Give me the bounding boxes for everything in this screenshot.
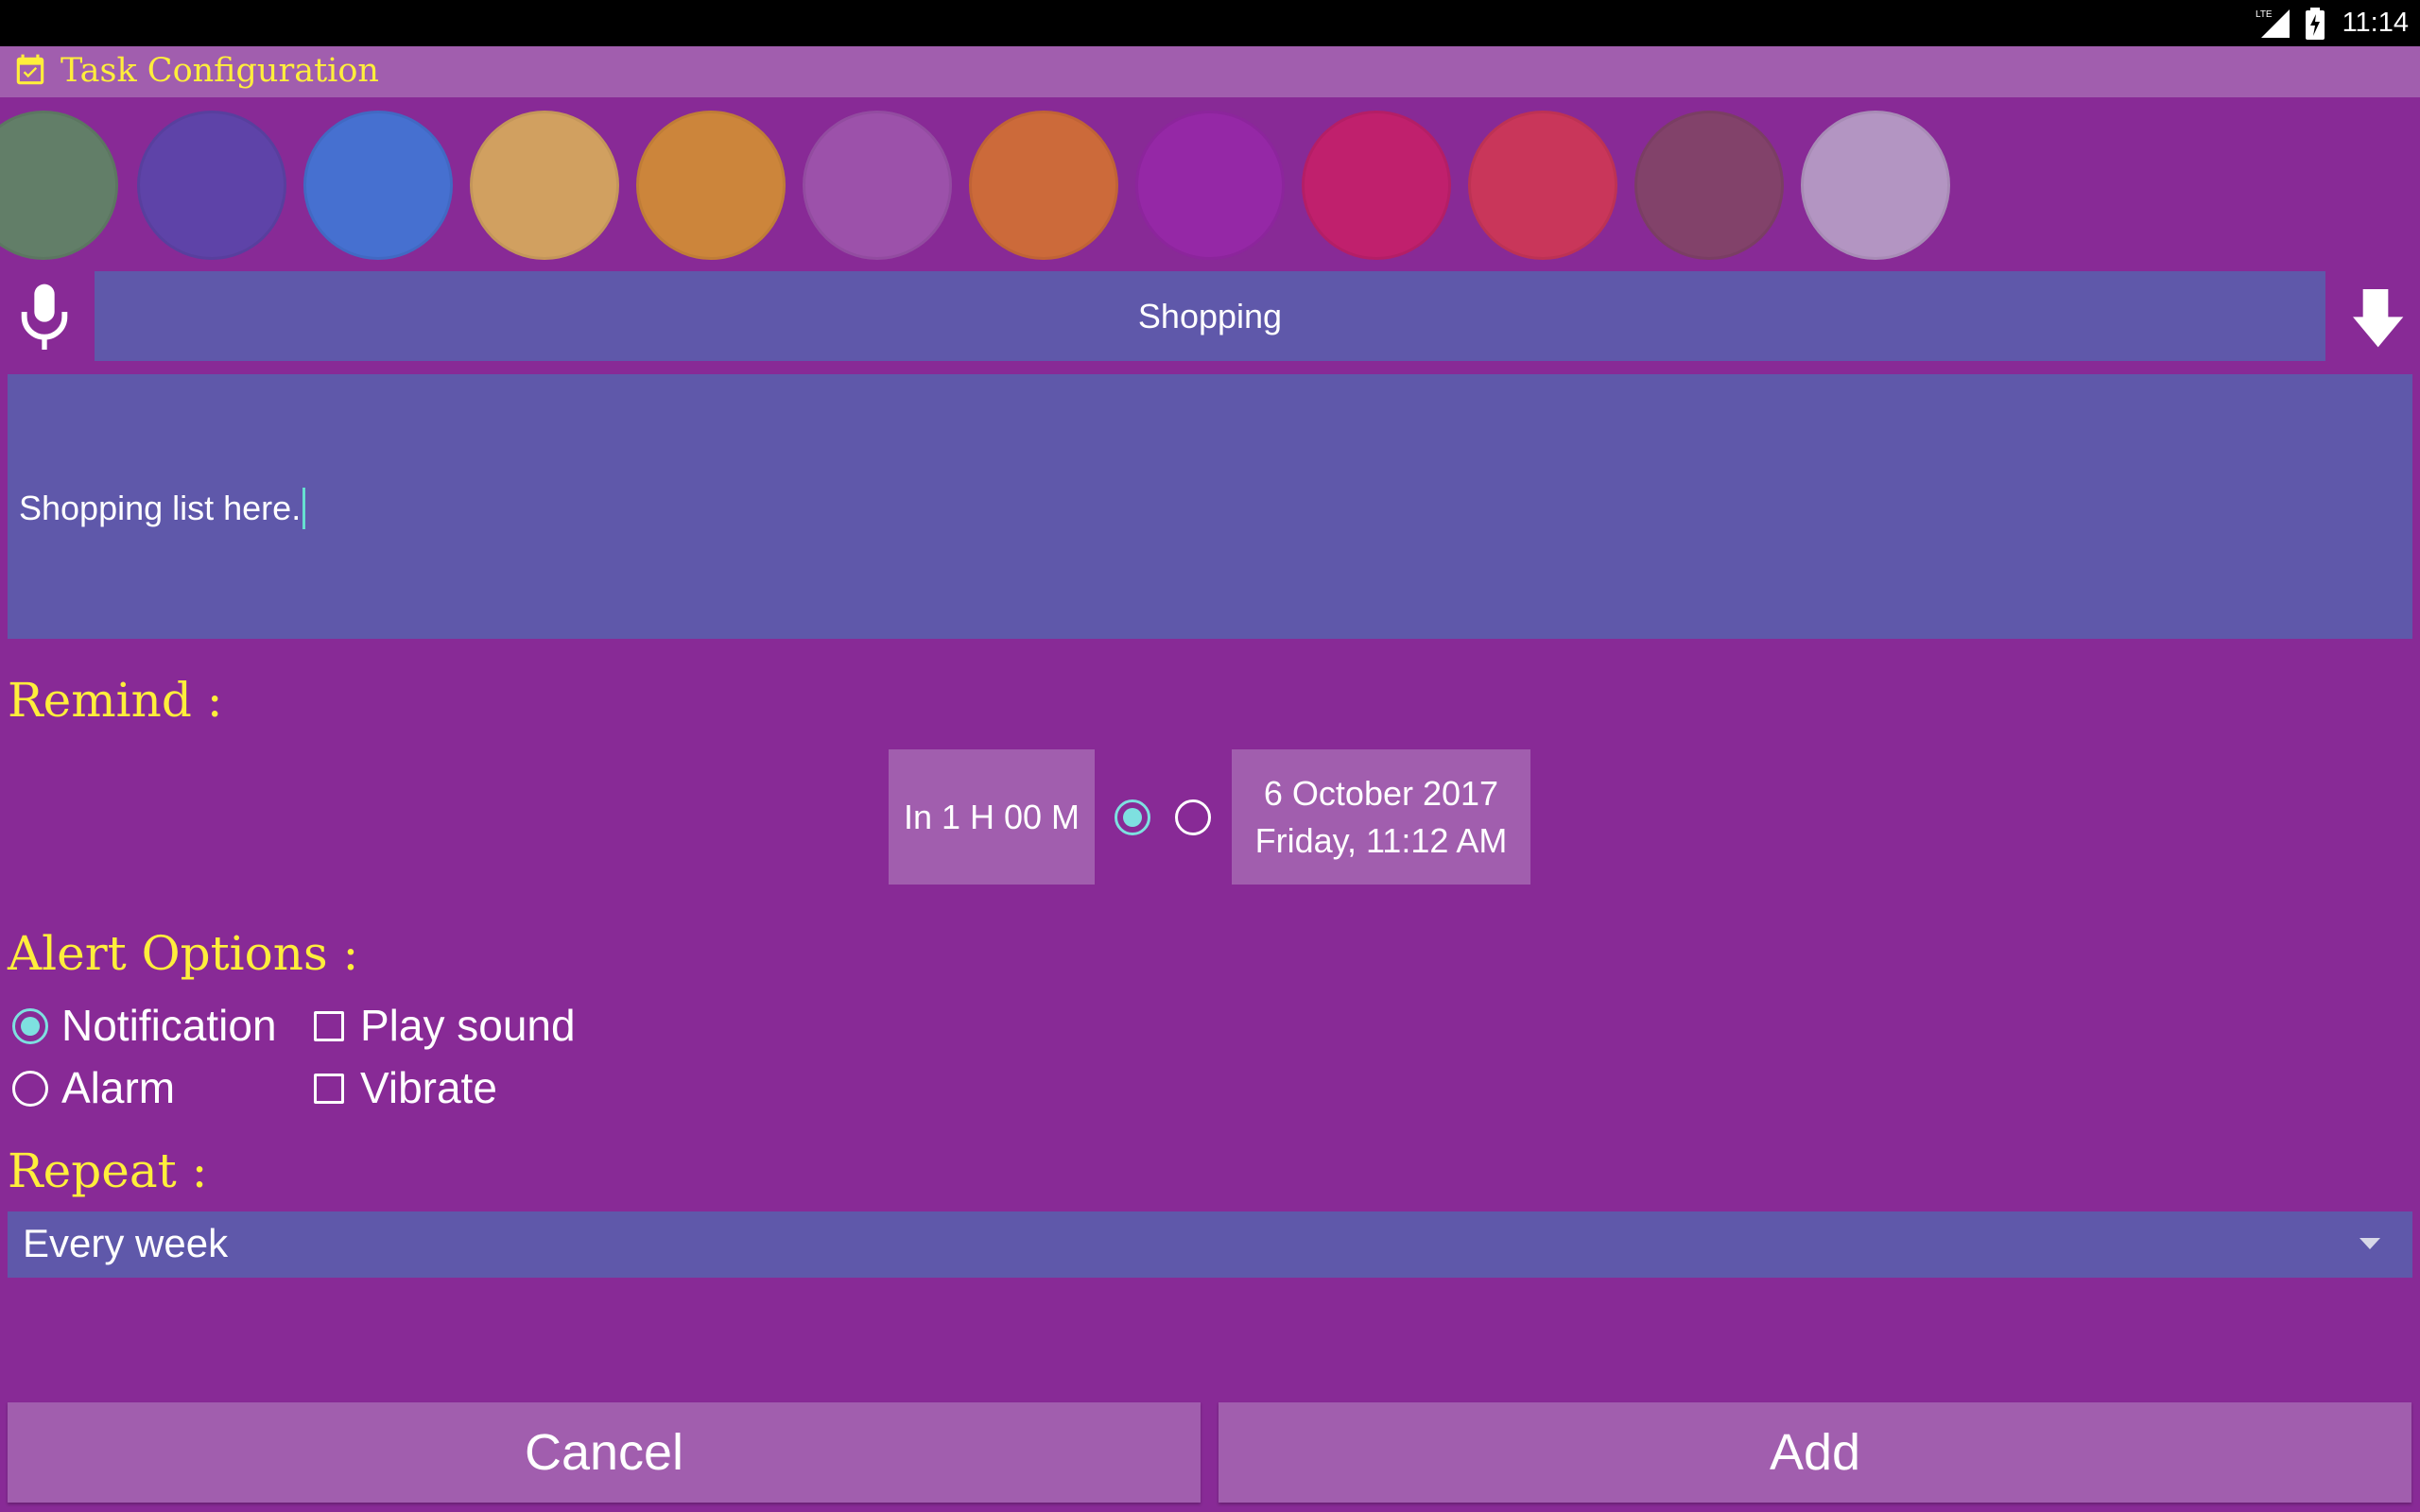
- color-swatch[interactable]: [1468, 111, 1617, 260]
- add-button-label: Add: [1769, 1424, 1861, 1481]
- color-swatch[interactable]: [803, 111, 952, 260]
- task-note-text: Shopping list here.: [19, 489, 302, 527]
- repeat-selected-value: Every week: [23, 1221, 229, 1265]
- vibrate-label[interactable]: Vibrate: [360, 1062, 497, 1113]
- repeat-dropdown[interactable]: Every week: [8, 1211, 2412, 1278]
- battery-charging-icon: [2305, 7, 2325, 40]
- play-sound-checkbox[interactable]: [314, 1011, 344, 1041]
- alarm-radio[interactable]: [12, 1071, 48, 1107]
- task-title-text: Shopping: [1137, 296, 1283, 335]
- status-bar: LTE 11:14: [0, 0, 2420, 46]
- remind-absolute-button[interactable]: 6 October 2017 Friday, 11:12 AM: [1232, 749, 1530, 885]
- lte-signal-icon: LTE: [2256, 9, 2290, 38]
- arrow-down-turn-icon[interactable]: [2344, 282, 2407, 357]
- color-swatch[interactable]: [969, 111, 1118, 260]
- color-swatch[interactable]: [303, 111, 453, 260]
- color-swatch[interactable]: [1801, 111, 1950, 260]
- alert-options-label: Alert Options :: [8, 926, 359, 981]
- dropdown-arrow-icon: [2360, 1238, 2380, 1249]
- calendar-check-icon: [16, 54, 44, 85]
- color-picker: [0, 97, 2420, 267]
- remind-relative-button[interactable]: In 1 H 00 M: [889, 749, 1095, 885]
- color-swatch[interactable]: [0, 111, 118, 260]
- color-swatch[interactable]: [1634, 111, 1784, 260]
- remind-absolute-radio[interactable]: [1175, 799, 1211, 835]
- status-icons: LTE 11:14: [2256, 0, 2409, 46]
- remind-time-text: Friday, 11:12 AM: [1254, 820, 1508, 860]
- add-button[interactable]: Add: [1219, 1402, 2411, 1503]
- alarm-label[interactable]: Alarm: [61, 1062, 175, 1113]
- vibrate-checkbox[interactable]: [314, 1074, 344, 1104]
- color-swatch[interactable]: [470, 111, 619, 260]
- repeat-label: Repeat :: [8, 1143, 208, 1198]
- remind-relative-text: In 1 H 00 M: [903, 797, 1080, 836]
- color-swatch[interactable]: [1302, 111, 1451, 260]
- status-time: 11:14: [2342, 8, 2409, 38]
- color-swatch[interactable]: [636, 111, 786, 260]
- text-caret: [302, 488, 306, 529]
- title-bar: Task Configuration: [0, 46, 2420, 97]
- remind-label: Remind :: [8, 673, 223, 728]
- svg-text:LTE: LTE: [2256, 9, 2273, 20]
- notification-label[interactable]: Notification: [61, 1000, 277, 1051]
- cancel-button-label: Cancel: [524, 1424, 684, 1481]
- play-sound-label[interactable]: Play sound: [360, 1000, 576, 1051]
- remind-date-text: 6 October 2017: [1263, 773, 1499, 813]
- task-note-input[interactable]: Shopping list here.: [8, 374, 2412, 639]
- page-title: Task Configuration: [60, 52, 379, 90]
- remind-relative-radio[interactable]: [1115, 799, 1150, 835]
- cancel-button[interactable]: Cancel: [8, 1402, 1201, 1503]
- task-note-content: Shopping list here.: [19, 488, 306, 529]
- color-swatch[interactable]: [137, 111, 286, 260]
- task-title-input[interactable]: Shopping: [95, 271, 2325, 361]
- color-swatch[interactable]: [1135, 111, 1285, 260]
- notification-radio[interactable]: [12, 1008, 48, 1044]
- microphone-icon[interactable]: [13, 282, 76, 357]
